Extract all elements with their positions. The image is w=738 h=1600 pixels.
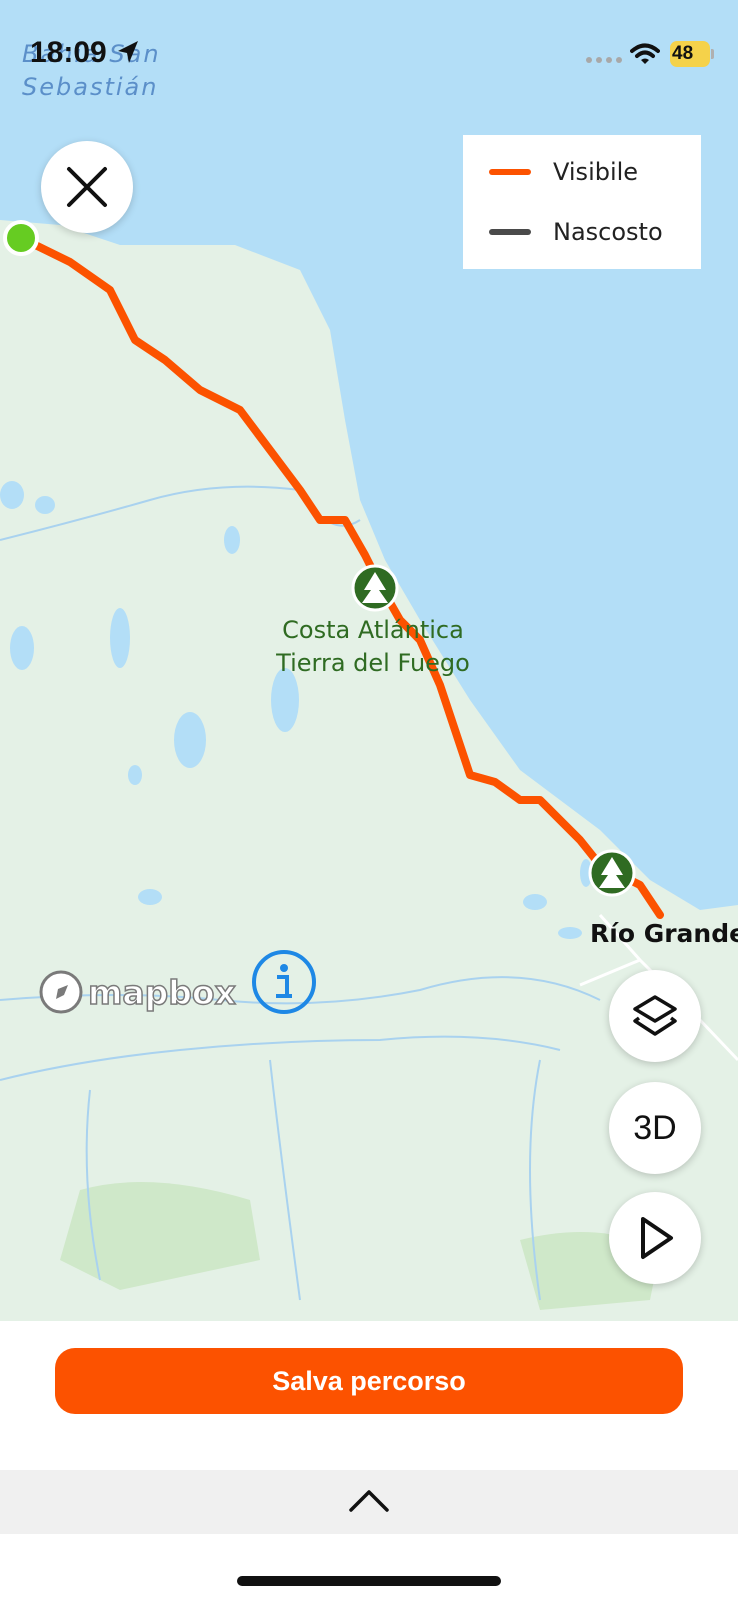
legend-swatch <box>489 229 531 235</box>
park-marker-icon[interactable] <box>351 564 399 612</box>
legend-item-visible: Visibile <box>489 157 638 187</box>
city-label: Río Grande <box>590 919 738 948</box>
river <box>0 1035 561 1081</box>
park-label: Costa Atlántica Tierra del Fuego <box>276 616 470 677</box>
lake <box>523 894 547 910</box>
lake <box>110 608 130 668</box>
3d-label: 3D <box>633 1108 677 1147</box>
status-time: 18:09 <box>30 36 107 69</box>
close-icon <box>67 167 107 207</box>
battery-percent: 48 <box>672 43 694 64</box>
info-icon[interactable] <box>250 948 318 1016</box>
lake <box>0 481 24 509</box>
lake <box>128 765 142 785</box>
legend-swatch <box>489 169 531 175</box>
legend-label: Visibile <box>553 158 639 186</box>
mapbox-wordmark: mapbox <box>87 972 236 1013</box>
lake <box>138 889 162 905</box>
route-legend <box>463 135 701 269</box>
play-icon <box>641 1217 673 1259</box>
save-route-button[interactable]: Salva percorso <box>55 1348 683 1414</box>
signal-icon <box>586 57 622 63</box>
battery-indicator: 48 <box>670 41 714 67</box>
layers-icon <box>633 995 677 1036</box>
lake <box>35 496 55 514</box>
legend-label: Nascosto <box>553 218 663 246</box>
close-button[interactable] <box>41 141 133 233</box>
park-marker-icon[interactable] <box>588 849 636 897</box>
lake <box>174 712 206 768</box>
sheet-handle[interactable] <box>0 1470 738 1534</box>
status-bar: 18:09 48 <box>0 0 738 100</box>
layers-button[interactable] <box>609 970 701 1062</box>
home-indicator <box>237 1576 501 1586</box>
play-button[interactable] <box>609 1192 701 1284</box>
river <box>269 1059 301 1301</box>
legend-item-hidden: Nascosto <box>489 217 663 247</box>
lake <box>224 526 240 554</box>
mapbox-logo[interactable]: mapbox <box>38 968 237 1016</box>
wifi-icon <box>630 43 660 64</box>
lake <box>558 927 582 939</box>
3d-button[interactable]: 3D <box>609 1082 701 1174</box>
mapbox-icon <box>39 970 83 1014</box>
chevron-up-icon <box>349 1490 389 1512</box>
start-marker <box>3 220 39 256</box>
park-area <box>60 1182 260 1290</box>
location-arrow-icon <box>118 41 138 63</box>
lake <box>10 626 34 670</box>
